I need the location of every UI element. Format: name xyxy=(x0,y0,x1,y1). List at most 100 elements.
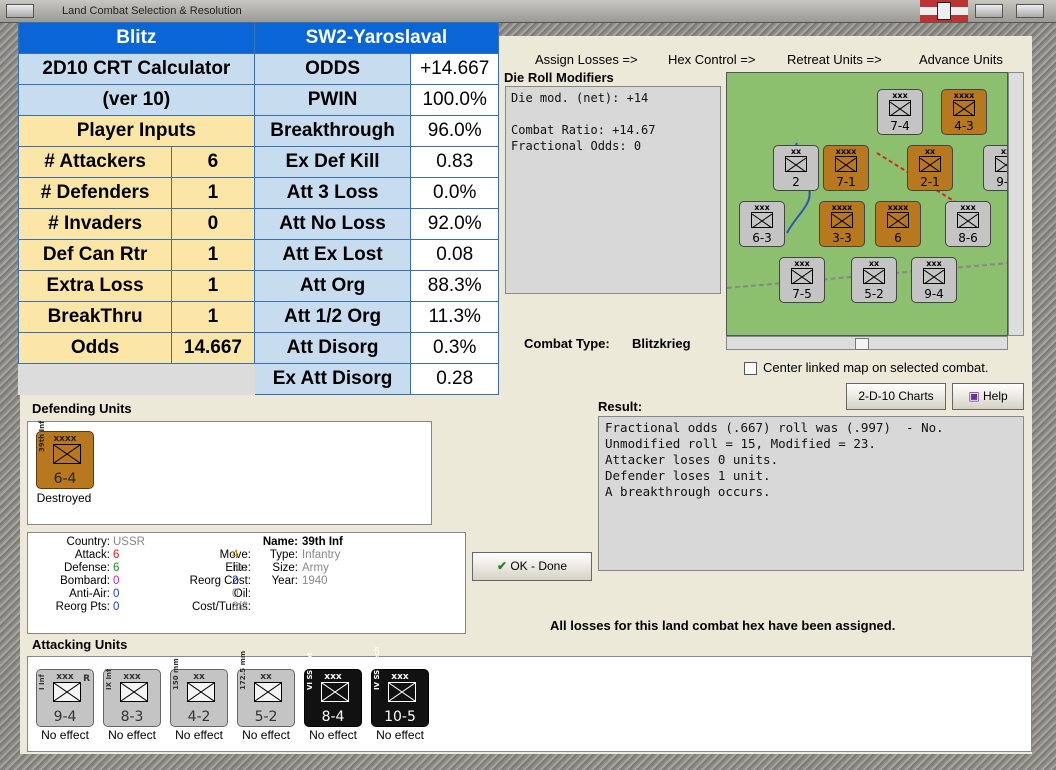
crt-input-value[interactable]: 1 xyxy=(171,239,255,271)
unit-symbol-icon xyxy=(889,100,911,117)
center-map-checkbox[interactable] xyxy=(744,362,757,375)
window-frame: Land Combat Selection & Resolution Blitz… xyxy=(0,0,1056,770)
unit-symbol-icon xyxy=(53,682,81,702)
unit-strength: 3-3 xyxy=(832,231,852,245)
attacking-unit-status: No effect xyxy=(175,728,223,742)
close-button[interactable] xyxy=(1016,4,1044,18)
die-roll-panel: Die mod. (net): +14 Combat Ratio: +14.67… xyxy=(505,86,721,294)
help-label: Help xyxy=(983,389,1008,403)
map-unit-counter[interactable]: xxx 7-5 xyxy=(779,257,825,303)
attacking-unit[interactable]: xx 150 mm 4-2 xyxy=(170,658,228,727)
crt-result-label: Ex Att Disorg xyxy=(253,363,412,395)
restore-button[interactable] xyxy=(975,4,1003,18)
crt-result-label: Att Ex Lost xyxy=(253,239,412,271)
map-unit-counter[interactable]: xx 2 xyxy=(773,145,819,191)
attacking-unit[interactable]: xxx IV SS Mech 10-5 xyxy=(371,646,429,727)
crt-result-label: Breakthrough xyxy=(253,115,412,147)
attack-label: Attack: xyxy=(74,549,110,561)
unit-symbol-icon xyxy=(254,682,282,702)
unit-size: xx xyxy=(868,259,880,268)
map-unit-counter[interactable]: xxx 9-4 xyxy=(911,257,957,303)
unit-strength: 8-6 xyxy=(958,231,978,245)
map-horizontal-scrollbar[interactable] xyxy=(726,336,1008,350)
attacking-unit-status: No effect xyxy=(309,728,357,742)
unit-size: xxxx xyxy=(831,203,853,212)
crt-input-value[interactable]: 1 xyxy=(171,301,255,333)
die-roll-title: Die Roll Modifiers xyxy=(504,70,614,85)
size-label: Size: xyxy=(272,562,298,574)
crt-input-value[interactable]: 1 xyxy=(171,270,255,302)
combat-type-label: Combat Type: xyxy=(524,336,610,351)
attacking-unit[interactable]: xxx IX Inf 8-3 xyxy=(103,669,161,727)
type-label: Type: xyxy=(269,549,298,561)
attacking-units-panel: xxx I Inf R 9-4 No effect xxx IX Inf 8-3 No effe… xyxy=(27,646,1032,752)
attacking-unit-status: No effect xyxy=(108,728,156,742)
crt-result-value: +14.667 xyxy=(410,53,499,85)
map-vertical-scrollbar[interactable] xyxy=(1008,72,1024,336)
map-unit-counter[interactable]: xx 9-5 xyxy=(983,145,1007,191)
unit-name: I Inf xyxy=(38,674,46,690)
help-button[interactable]: ▣ Help xyxy=(952,383,1024,410)
unit-strength: 4-2 xyxy=(187,709,211,725)
name-label: Name: xyxy=(262,536,298,548)
unit-strength: 9-4 xyxy=(53,709,77,725)
unit-symbol-icon xyxy=(835,156,857,173)
unit-size: xx xyxy=(790,147,802,156)
unit-size: xxx xyxy=(794,259,810,268)
map-unit-counter[interactable]: xx 2-1 xyxy=(907,145,953,191)
name-value: 39th Inf xyxy=(302,536,343,548)
help-book-icon: ▣ xyxy=(968,389,980,403)
mini-map[interactable]: xxx7-4xxxx4-3xx2xxxx7-1xx2-1xx9-5xxx6-3x… xyxy=(726,72,1008,336)
defense-label: Defense: xyxy=(63,562,110,574)
map-unit-counter[interactable]: xxxx 6 xyxy=(875,201,921,247)
crt-input-value[interactable]: 1 xyxy=(171,177,255,209)
unit-strength: 2 xyxy=(792,175,800,189)
unit-size: xxxx xyxy=(887,203,909,212)
map-unit-counter[interactable]: xxxx 3-3 xyxy=(819,201,865,247)
charts-button[interactable]: 2-D-10 Charts xyxy=(846,383,946,410)
map-unit-counter[interactable]: xxxx 7-1 xyxy=(823,145,869,191)
attacking-unit[interactable]: xxx VI SS Mot 8-4 xyxy=(304,652,362,727)
infantry-symbol-icon xyxy=(53,444,81,464)
unit-size: xx xyxy=(1000,147,1007,156)
scroll-thumb[interactable] xyxy=(855,338,869,350)
minimize-button[interactable] xyxy=(6,4,34,18)
crt-input-value[interactable]: 0 xyxy=(171,208,255,240)
crt-input-value[interactable]: 14.667 xyxy=(171,332,255,364)
unit-name: 150 mm xyxy=(172,658,180,690)
defending-unit[interactable]: xxxx 39th Inf 6-4 xyxy=(36,421,94,489)
crt-input-label: # Invaders xyxy=(17,208,173,240)
attacking-unit[interactable]: xx 172.5 mm 5-2 xyxy=(237,651,295,727)
menu-assign-losses[interactable]: Assign Losses => xyxy=(535,52,638,67)
crt-input-label: Extra Loss xyxy=(17,270,173,302)
unit-strength: 9-4 xyxy=(924,287,944,301)
bombard-label: Bombard: xyxy=(60,575,110,587)
checkmark-icon: ✔ xyxy=(496,559,507,573)
unit-size: xx xyxy=(924,147,936,156)
crt-player-inputs: Player Inputs xyxy=(18,115,255,147)
map-unit-counter[interactable]: xx 5-2 xyxy=(851,257,897,303)
attacking-unit[interactable]: xxx I Inf R 9-4 xyxy=(36,669,94,727)
map-unit-counter[interactable]: xxx 7-4 xyxy=(877,89,923,135)
map-unit-counter[interactable]: xxx 8-6 xyxy=(945,201,991,247)
map-unit-counter[interactable]: xxx 6-3 xyxy=(739,201,785,247)
crt-calc-line1: 2D10 CRT Calculator xyxy=(18,53,255,85)
menu-retreat-units[interactable]: Retreat Units => xyxy=(787,52,882,67)
menu-advance-units[interactable]: Advance Units xyxy=(919,52,1003,67)
map-unit-counter[interactable]: xxxx 4-3 xyxy=(941,89,987,135)
unit-size: xxxx xyxy=(835,147,857,156)
size-value: Army xyxy=(302,562,329,574)
unit-info-values-col3: Infantry Army 1940 xyxy=(302,549,340,588)
crt-result-label: Att Org xyxy=(253,270,412,302)
crt-input-label: # Attackers xyxy=(17,146,173,178)
title-bar[interactable]: Land Combat Selection & Resolution xyxy=(0,0,1056,23)
unit-size: xxx xyxy=(754,203,770,212)
unit-name: 172.5 mm xyxy=(239,650,247,690)
menu-hex-control[interactable]: Hex Control => xyxy=(668,52,755,67)
unit-size: xxxx xyxy=(953,91,975,100)
unit-size: xxx xyxy=(926,259,942,268)
crt-result-value: 11.3% xyxy=(410,301,499,333)
crt-input-value[interactable]: 6 xyxy=(171,146,255,178)
cost-value: 3/2 xyxy=(232,601,248,613)
ok-done-button[interactable]: ✔ OK - Done xyxy=(472,552,592,581)
